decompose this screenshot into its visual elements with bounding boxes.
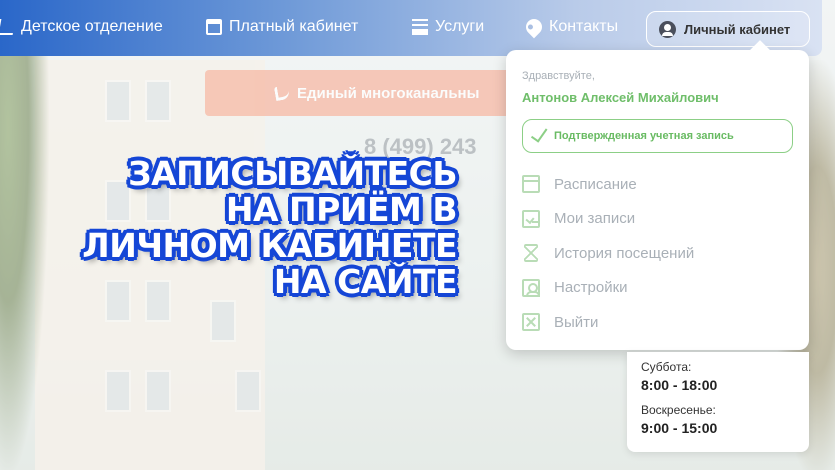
promo-headline: Записывайтесь на приём в личном кабинете…	[82, 156, 457, 300]
greeting-text: Здравствуйте,	[522, 70, 595, 82]
nav-item-children[interactable]: Детское отделение	[0, 18, 163, 36]
check-icon	[530, 124, 548, 143]
working-hours-card: Суббота: 8:00 - 18:00 Воскресенье: 9:00 …	[627, 352, 809, 452]
settings-user-icon	[522, 278, 540, 297]
menu-item-my-appointments[interactable]: Мои записи	[522, 202, 793, 237]
menu-item-label: Настройки	[554, 279, 628, 297]
nav-item-contacts[interactable]: Контакты	[522, 15, 619, 39]
verified-badge: Подтвержденная учетная запись	[522, 119, 793, 153]
phone-icon	[273, 84, 291, 102]
phone-banner-label: Единый многоканальны	[297, 84, 480, 102]
personal-account-button[interactable]: Личный кабинет	[646, 11, 810, 47]
user-icon	[659, 20, 676, 38]
menu-item-settings[interactable]: Настройки	[522, 271, 793, 306]
location-pin-icon	[522, 15, 546, 39]
nav-item-label: Платный кабинет	[229, 18, 359, 35]
schedule-time: 9:00 - 15:00	[641, 420, 718, 436]
user-name: Антонов Алексей Михайлович	[522, 90, 719, 105]
nav-item-services[interactable]: Услуги	[412, 18, 484, 36]
menu-item-label: Мои записи	[554, 210, 636, 228]
menu-item-label: Выйти	[554, 313, 599, 331]
account-dropdown: Здравствуйте, Антонов Алексей Михайлович…	[506, 50, 809, 350]
personal-account-label: Личный кабинет	[684, 21, 791, 37]
notes-icon	[522, 209, 540, 228]
verified-label: Подтвержденная учетная запись	[554, 130, 734, 142]
headline-line: Записывайтесь	[128, 154, 457, 193]
nav-item-label: Контакты	[549, 18, 619, 35]
card-icon	[206, 19, 222, 35]
list-icon	[412, 19, 428, 35]
nav-item-label: Детское отделение	[21, 18, 163, 35]
top-navigation: Детское отделение Платный кабинет Услуги…	[0, 0, 822, 56]
schedule-day: Суббота:	[641, 360, 692, 374]
calendar-icon	[522, 175, 540, 194]
menu-item-visit-history[interactable]: История посещений	[522, 236, 793, 271]
headline-line: личном кабинете	[82, 226, 457, 265]
nav-item-label: Услуги	[435, 18, 485, 35]
menu-item-schedule[interactable]: Расписание	[522, 167, 793, 202]
menu-item-label: История посещений	[554, 244, 695, 262]
phone-banner: Единый многоканальны	[205, 70, 535, 116]
headline-line: на сайте	[273, 262, 458, 301]
headline-line: на приём в	[225, 190, 458, 229]
menu-item-label: Расписание	[554, 175, 637, 193]
account-menu: Расписание Мои записи История посещений …	[522, 167, 793, 340]
hourglass-icon	[524, 244, 538, 263]
exit-icon	[522, 313, 540, 332]
menu-item-logout[interactable]: Выйти	[522, 305, 793, 340]
schedule-time: 8:00 - 18:00	[641, 377, 718, 393]
schedule-day: Воскресенье:	[641, 403, 716, 417]
nav-item-paid[interactable]: Платный кабинет	[206, 18, 358, 36]
stethoscope-icon	[0, 19, 16, 35]
